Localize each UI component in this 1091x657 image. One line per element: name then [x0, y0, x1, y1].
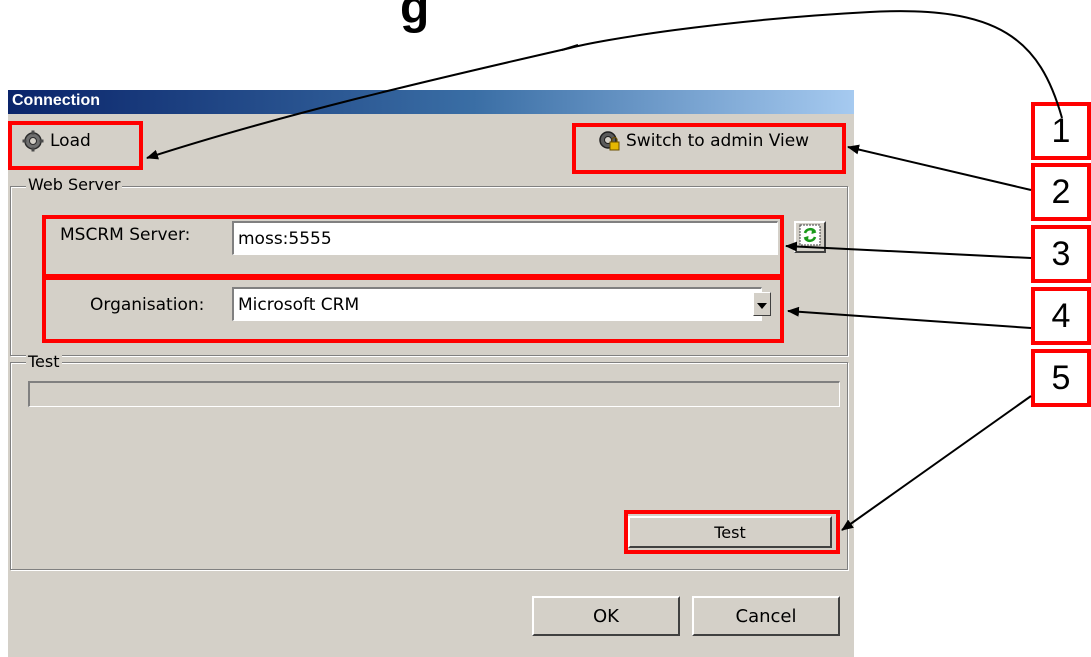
callout-3: 3: [1031, 225, 1091, 283]
web-server-group: [10, 186, 848, 356]
callout-5: 5: [1031, 349, 1091, 407]
ok-button[interactable]: OK: [532, 596, 680, 636]
switch-admin-view-button[interactable]: Switch to admin View: [598, 130, 809, 152]
cancel-button[interactable]: Cancel: [692, 596, 840, 636]
mscrm-server-label: MSCRM Server:: [60, 225, 191, 245]
refresh-button[interactable]: [794, 221, 826, 253]
refresh-icon: [799, 224, 821, 251]
mscrm-server-input[interactable]: [232, 221, 778, 255]
organisation-dropdown-button[interactable]: [753, 292, 771, 316]
callout-2: 2: [1031, 163, 1091, 221]
test-button[interactable]: Test: [628, 516, 832, 548]
arrow-1-tick: [561, 44, 579, 51]
title-bar[interactable]: Connection: [8, 90, 854, 114]
switch-admin-view-label: Switch to admin View: [626, 131, 810, 151]
dialog-title: Connection: [12, 92, 100, 109]
load-button[interactable]: Load: [22, 130, 91, 152]
web-server-group-label: Web Server: [26, 175, 123, 194]
arrow-2: [847, 144, 1032, 191]
arrow-5: [841, 395, 1032, 531]
test-group-label: Test: [26, 352, 62, 371]
callout-4: 4: [1031, 287, 1091, 345]
organisation-select[interactable]: [232, 287, 762, 321]
callout-1: 1: [1031, 102, 1091, 160]
connection-dialog: Connection Load Switch to admin View Web…: [8, 90, 854, 657]
organisation-label: Organisation:: [90, 295, 205, 315]
slide: g Connection Load Switch to admin View W…: [0, 0, 1091, 657]
gear-icon: [22, 130, 44, 152]
slide-title-fragment: g: [400, 0, 430, 34]
admin-gear-lock-icon: [598, 130, 620, 152]
load-label: Load: [50, 131, 91, 151]
test-progress-bar: [28, 381, 840, 407]
chevron-down-icon: [757, 294, 767, 314]
